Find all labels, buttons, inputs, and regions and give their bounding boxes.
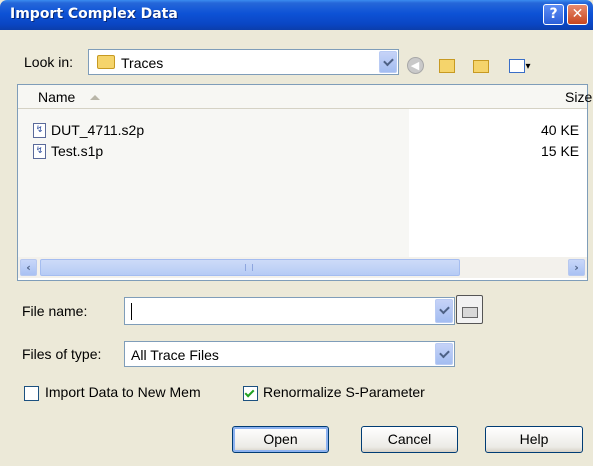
- scroll-thumb[interactable]: [40, 259, 460, 276]
- up-folder-icon[interactable]: [436, 53, 458, 75]
- file-name: Test.s1p: [51, 143, 104, 159]
- column-name[interactable]: Name: [38, 89, 75, 105]
- scroll-left-icon[interactable]: ‹: [20, 259, 37, 276]
- back-icon[interactable]: ◀: [404, 53, 426, 75]
- file-name: DUT_4711.s2p: [51, 122, 145, 138]
- file-size: 40 KE: [541, 122, 580, 138]
- help-button[interactable]: Help: [485, 426, 583, 453]
- file-size: 15 KE: [541, 143, 580, 159]
- renormalize-label[interactable]: Renormalize S-Parameter: [263, 384, 425, 400]
- list-header: Name Size: [18, 85, 592, 109]
- import-new-mem-label[interactable]: Import Data to New Mem: [45, 384, 201, 400]
- filename-dropdown-icon[interactable]: [435, 299, 453, 323]
- filetype-value: All Trace Files: [131, 347, 219, 363]
- horizontal-scrollbar[interactable]: ‹ ›: [18, 257, 587, 278]
- list-item[interactable]: ↯ DUT_4711.s2p 40 KE: [31, 121, 591, 141]
- lookin-select[interactable]: Traces: [88, 49, 399, 75]
- close-button[interactable]: ✕: [567, 4, 588, 25]
- scroll-right-icon[interactable]: ›: [568, 259, 585, 276]
- renormalize-checkbox[interactable]: [243, 386, 258, 401]
- checkmark-icon: [244, 387, 255, 398]
- filename-input[interactable]: [124, 297, 455, 325]
- folder-icon: [97, 55, 115, 69]
- list-item[interactable]: ↯ Test.s1p 15 KE: [31, 142, 591, 162]
- file-list[interactable]: Name Size ↯ DUT_4711.s2p 40 KE ↯ Test.s1…: [17, 84, 592, 281]
- grip-icon: [245, 264, 253, 271]
- view-menu-icon[interactable]: ▾: [504, 53, 536, 75]
- browse-icon[interactable]: [456, 295, 483, 324]
- open-button[interactable]: Open: [232, 426, 329, 453]
- import-new-mem-checkbox[interactable]: [24, 386, 39, 401]
- file-icon: ↯: [33, 123, 46, 138]
- cancel-button[interactable]: Cancel: [361, 426, 458, 453]
- import-dialog: Import Complex Data ? ✕ Look in: Traces …: [0, 0, 593, 466]
- file-icon: ↯: [33, 144, 46, 159]
- chevron-down-icon[interactable]: [379, 51, 397, 73]
- filename-label: File name:: [22, 303, 88, 319]
- new-folder-icon[interactable]: [470, 53, 492, 75]
- chevron-down-icon[interactable]: [435, 343, 453, 365]
- column-size[interactable]: Size: [565, 89, 592, 105]
- lookin-value: Traces: [121, 55, 164, 71]
- text-caret: [131, 303, 132, 320]
- window-title: Import Complex Data: [10, 6, 178, 22]
- filetype-label: Files of type:: [22, 346, 102, 362]
- lookin-label: Look in:: [24, 54, 74, 70]
- sort-arrow-icon: [90, 95, 100, 100]
- title-bar[interactable]: Import Complex Data ? ✕: [0, 0, 593, 30]
- filetype-select[interactable]: All Trace Files: [124, 341, 455, 367]
- help-title-button[interactable]: ?: [543, 4, 564, 25]
